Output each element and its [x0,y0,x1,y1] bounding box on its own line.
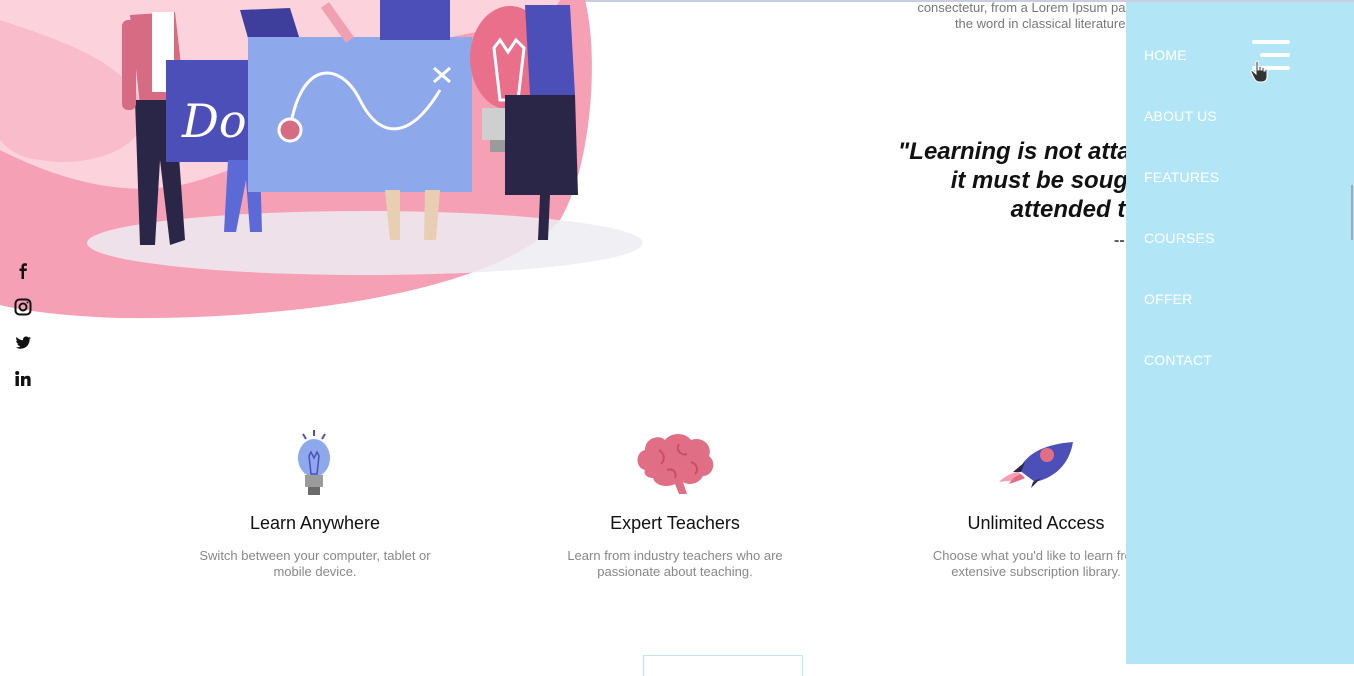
menu-item-courses[interactable]: COURSES [1144,230,1215,246]
brain-icon [637,434,714,494]
feature-learn-anywhere: Learn Anywhere Switch between your compu… [165,512,465,580]
quote-author-dash: -- [1114,232,1125,249]
quote-line-3: attended to wit [1010,196,1180,223]
menu-item-features[interactable]: FEATURES [1144,169,1219,185]
scrollbar-indicator[interactable] [1351,185,1353,240]
lightbulb-icon [298,430,330,495]
feature-title: Learn Anywhere [249,513,381,533]
feature-title: Expert Teachers [610,513,740,533]
twitter-icon[interactable] [13,333,33,353]
side-nav-menu: HOME ABOUT US FEATURES COURSES OFFER CON… [1126,2,1354,664]
quote-line-1: "Learning is not attained [897,138,1180,165]
quote-block: "Learning is not attained it must be sou… [700,137,1180,224]
quote-line-2: it must be sought fo [950,167,1180,194]
feature-expert-teachers: Expert Teachers Learn from industry teac… [525,512,825,580]
instagram-icon[interactable] [13,297,33,317]
feature-description: Learn from industry teachers who are pass… [567,548,783,579]
rocket-icon [999,442,1073,488]
menu-item-contact[interactable]: CONTACT [1144,352,1212,368]
hero-illustration: Do! [0,0,643,319]
facebook-icon[interactable] [13,261,33,281]
menu-item-about-us[interactable]: ABOUT US [1144,108,1217,124]
bottom-button-outline[interactable] [643,655,803,676]
feature-description: Switch between your computer, tablet or m… [199,548,431,579]
menu-item-offer[interactable]: OFFER [1144,291,1192,307]
linkedin-icon[interactable] [13,369,33,389]
menu-item-home[interactable]: HOME [1144,47,1187,63]
hand-cursor-icon [1250,60,1268,83]
